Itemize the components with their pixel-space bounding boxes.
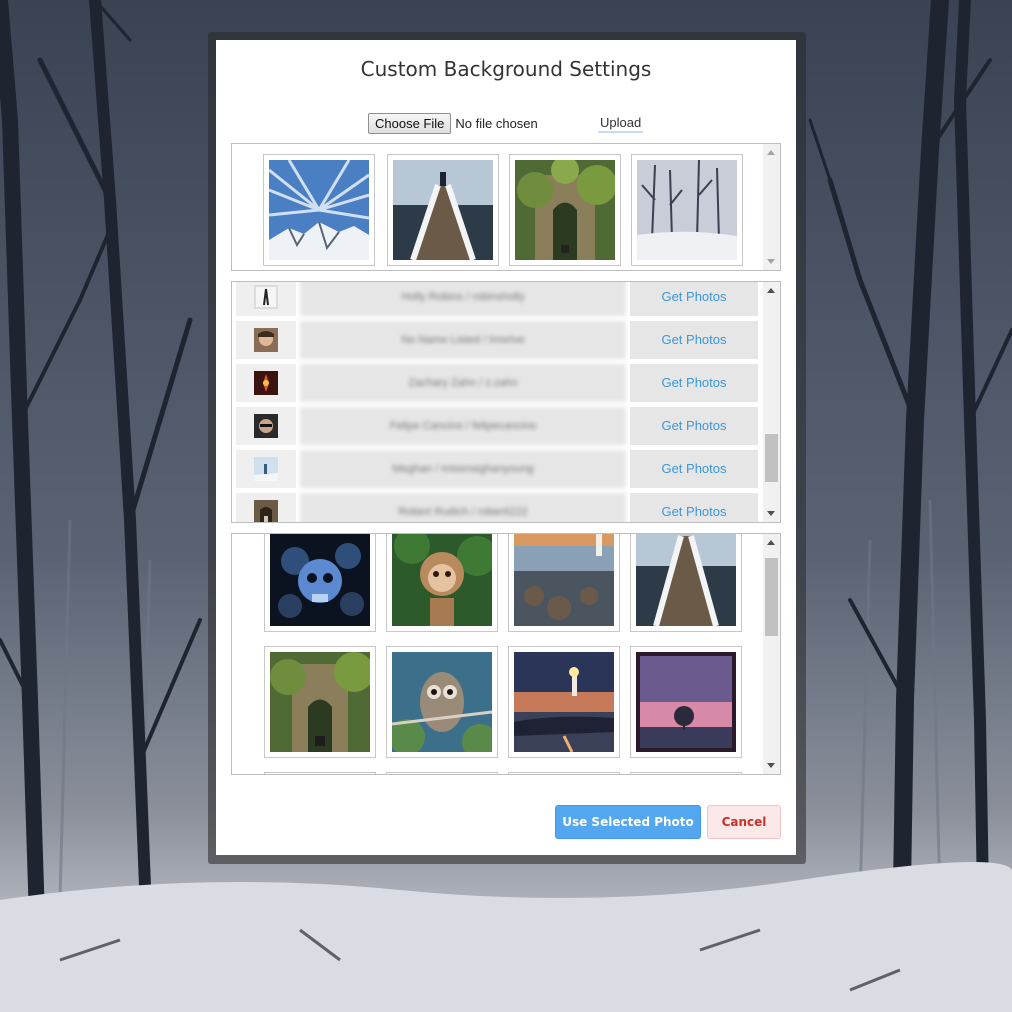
choose-file-button[interactable]: Choose File: [368, 112, 452, 134]
ruins-gate-photo: [270, 652, 370, 752]
photo-tile[interactable]: [264, 772, 376, 774]
scroll-thumb[interactable]: [765, 434, 778, 482]
photo-tile[interactable]: [386, 772, 498, 774]
photo-tile[interactable]: [508, 534, 620, 632]
users-scrollbar[interactable]: [763, 282, 780, 522]
avatar: [254, 414, 278, 438]
photo-tile[interactable]: [386, 646, 498, 758]
photo-tile[interactable]: [630, 534, 742, 632]
recent-photos-panel: [231, 143, 781, 271]
get-photos-link[interactable]: Get Photos: [630, 364, 758, 402]
skulls-photo: [270, 534, 370, 626]
avatar-cell: [236, 282, 296, 316]
user-row: Meghan / missmeghanyoung Get Photos: [236, 450, 758, 488]
sky-mountain-photo: [269, 160, 369, 260]
user-row: Robert Rudich / rober6222 Get Photos: [236, 493, 758, 522]
scroll-down-icon[interactable]: [767, 259, 775, 264]
photo-tile[interactable]: [387, 154, 499, 266]
scroll-up-icon[interactable]: [767, 150, 775, 155]
photo-tile[interactable]: [263, 154, 375, 266]
photo-tile[interactable]: [508, 646, 620, 758]
user-row: Holly Robins / robinsholly Get Photos: [236, 282, 758, 316]
user-name: Holly Robins / robinsholly: [300, 282, 626, 316]
scroll-thumb[interactable]: [765, 558, 778, 636]
snow-forest-photo: [637, 160, 737, 260]
recent-photos-scrollbar[interactable]: [763, 144, 780, 270]
avatar: [254, 371, 278, 395]
cancel-button[interactable]: Cancel: [707, 805, 781, 839]
get-photos-link[interactable]: Get Photos: [630, 450, 758, 488]
scroll-up-icon[interactable]: [767, 288, 775, 293]
avatar-cell: [236, 450, 296, 488]
scroll-up-icon[interactable]: [767, 540, 775, 545]
lighthouse-sunset-photo: [514, 652, 614, 752]
photo-tile[interactable]: [508, 772, 620, 774]
user-name: Felipe Cancino / felipecancino: [300, 407, 626, 445]
photo-tile[interactable]: [264, 534, 376, 632]
pink-sky-tree-photo: [636, 652, 736, 752]
get-photos-link[interactable]: Get Photos: [630, 407, 758, 445]
photo-tile[interactable]: [509, 154, 621, 266]
avatar-cell: [236, 364, 296, 402]
custom-background-dialog: Custom Background Settings Choose File N…: [216, 40, 796, 855]
avatar: [254, 500, 278, 522]
get-photos-link[interactable]: Get Photos: [630, 321, 758, 359]
file-picker: Choose File No file chosen: [368, 112, 538, 134]
avatar: [254, 457, 278, 481]
user-name: Robert Rudich / rober6222: [300, 493, 626, 522]
avatar: [254, 328, 278, 352]
gallery-panel: [231, 533, 781, 775]
upload-link[interactable]: Upload: [598, 115, 644, 133]
user-row: Zachary Zahn / z.zahn Get Photos: [236, 364, 758, 402]
user-name: No Name Listed / lmorive: [300, 321, 626, 359]
users-panel: Holly Robins / robinsholly Get Photos No…: [231, 281, 781, 523]
photo-tile[interactable]: [631, 154, 743, 266]
file-status-text: No file chosen: [455, 115, 538, 131]
user-name: Meghan / missmeghanyoung: [300, 450, 626, 488]
photo-tile[interactable]: [630, 646, 742, 758]
avatar: [254, 285, 278, 309]
get-photos-link[interactable]: Get Photos: [630, 493, 758, 522]
monkey-photo: [392, 534, 492, 626]
user-row: No Name Listed / lmorive Get Photos: [236, 321, 758, 359]
scroll-down-icon[interactable]: [767, 511, 775, 516]
avatar-cell: [236, 493, 296, 522]
gallery-scrollbar[interactable]: [763, 534, 780, 774]
ruins-gate-photo: [515, 160, 615, 260]
get-photos-link[interactable]: Get Photos: [630, 282, 758, 316]
user-name: Zachary Zahn / z.zahn: [300, 364, 626, 402]
photo-tile[interactable]: [630, 772, 742, 774]
lighthouse-rocks-photo: [514, 534, 614, 626]
scroll-down-icon[interactable]: [767, 763, 775, 768]
user-row: Felipe Cancino / felipecancino Get Photo…: [236, 407, 758, 445]
use-selected-photo-button[interactable]: Use Selected Photo: [555, 805, 701, 839]
avatar-cell: [236, 407, 296, 445]
owl-photo: [392, 652, 492, 752]
pier-photo: [393, 160, 493, 260]
photo-tile[interactable]: [386, 534, 498, 632]
avatar-cell: [236, 321, 296, 359]
dialog-title: Custom Background Settings: [360, 57, 652, 81]
photo-tile[interactable]: [264, 646, 376, 758]
pier-photo: [636, 534, 736, 626]
